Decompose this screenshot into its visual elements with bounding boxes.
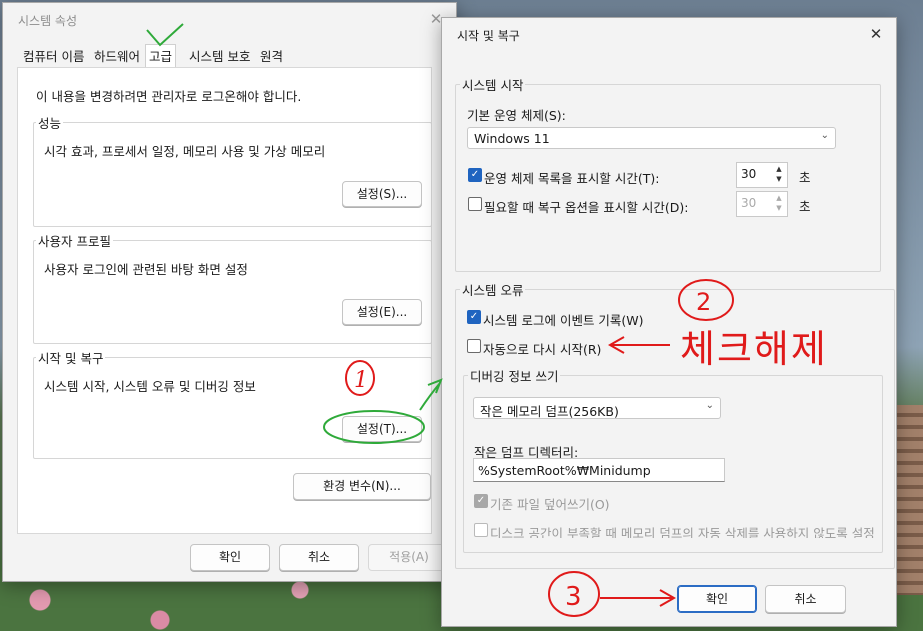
show-os-list-stepper[interactable]: 30 ▲ ▼ — [736, 162, 788, 188]
user-profiles-settings-button[interactable]: 설정(E)... — [342, 299, 422, 325]
show-os-list-label: 운영 체제 목록을 표시할 시간(T): — [484, 171, 660, 186]
system-properties-window: 시스템 속성 ✕ 컴퓨터 이름 하드웨어 고급 시스템 보호 원격 이 내용을 … — [2, 2, 457, 582]
startup-recovery-group: 시작 및 복구 시스템 시작, 시스템 오류 및 디버깅 정보 설정(T)... — [33, 348, 432, 459]
auto-restart-checkbox[interactable] — [467, 339, 481, 353]
cancel-button[interactable]: 취소 — [279, 544, 359, 571]
advanced-tab-panel: 이 내용을 변경하려면 관리자로 로그온해야 합니다. 성능 시각 효과, 프로… — [17, 67, 432, 534]
show-recovery-checkbox[interactable] — [468, 197, 482, 211]
show-os-list-value: 30 — [741, 167, 757, 181]
performance-description: 시각 효과, 프로세서 일정, 메모리 사용 및 가상 메모리 — [44, 144, 326, 159]
system-failure-group: 시스템 오류 ✓ 시스템 로그에 이벤트 기록(W) 자동으로 다시 시작(R)… — [455, 280, 895, 569]
stepper-arrows-icon[interactable]: ▲ ▼ — [772, 164, 786, 186]
system-startup-label: 시스템 시작 — [460, 75, 526, 94]
performance-settings-button[interactable]: 설정(S)... — [342, 181, 422, 207]
debug-type-select[interactable]: 작은 메모리 덤프(256KB) ⌄ — [473, 397, 721, 419]
overwrite-label: 기존 파일 덮어쓰기(O) — [490, 497, 610, 512]
ok-button[interactable]: 확인 — [677, 585, 757, 613]
dump-dir-input[interactable]: %SystemRoot%₩Minidump — [473, 458, 725, 482]
write-event-label: 시스템 로그에 이벤트 기록(W) — [483, 313, 644, 328]
disable-auto-delete-checkbox[interactable] — [474, 523, 488, 537]
show-os-list-checkbox[interactable]: ✓ — [468, 168, 482, 182]
close-icon[interactable]: ✕ — [866, 24, 886, 44]
debug-info-group: 디버깅 정보 쓰기 작은 메모리 덤프(256KB) ⌄ 작은 덤프 디렉터리:… — [463, 366, 883, 553]
debug-type-value: 작은 메모리 덤프(256KB) — [480, 404, 619, 419]
system-failure-label: 시스템 오류 — [460, 280, 526, 299]
performance-group: 성능 시각 효과, 프로세서 일정, 메모리 사용 및 가상 메모리 설정(S)… — [33, 113, 432, 227]
tab-hardware[interactable]: 하드웨어 — [91, 47, 143, 67]
performance-label: 성능 — [36, 113, 64, 132]
stepper-arrows-icon[interactable]: ▲ ▼ — [772, 193, 786, 215]
disable-auto-delete-clip: 디스크 공간이 부족할 때 메모리 덤프의 자동 삭제를 사용하지 않도록 설정 — [490, 520, 878, 538]
dialog-title: 시작 및 복구 — [457, 29, 520, 43]
user-profiles-group: 사용자 프로필 사용자 로그인에 관련된 바탕 화면 설정 설정(E)... — [33, 231, 432, 344]
seconds-unit-label: 초 — [799, 170, 811, 185]
chevron-down-icon: ⌄ — [705, 400, 714, 411]
cancel-button[interactable]: 취소 — [765, 585, 846, 613]
default-os-label: 기본 운영 체제(S): — [467, 108, 566, 123]
window-title: 시스템 속성 — [18, 14, 78, 28]
startup-recovery-settings-button[interactable]: 설정(T)... — [342, 416, 422, 442]
startup-recovery-dialog: 시작 및 복구 ✕ 시스템 시작 기본 운영 체제(S): Windows 11… — [441, 17, 897, 627]
ok-button[interactable]: 확인 — [190, 544, 270, 571]
tab-remote[interactable]: 원격 — [257, 47, 286, 67]
admin-notice: 이 내용을 변경하려면 관리자로 로그온해야 합니다. — [36, 89, 302, 104]
write-event-checkbox[interactable]: ✓ — [467, 310, 481, 324]
overwrite-checkbox[interactable]: ✓ — [474, 494, 488, 508]
user-profiles-label: 사용자 프로필 — [36, 231, 113, 250]
seconds-unit-label: 초 — [799, 199, 811, 214]
title-bar: 시스템 속성 ✕ — [3, 3, 456, 35]
apply-button[interactable]: 적용(A) — [368, 544, 450, 571]
startup-recovery-description: 시스템 시작, 시스템 오류 및 디버깅 정보 — [44, 379, 256, 394]
disable-auto-delete-label: 디스크 공간이 부족할 때 메모리 덤프의 자동 삭제를 사용하지 않도록 설정 — [490, 526, 875, 538]
startup-recovery-label: 시작 및 복구 — [36, 348, 106, 367]
user-profiles-description: 사용자 로그인에 관련된 바탕 화면 설정 — [44, 262, 248, 277]
system-startup-group: 시스템 시작 기본 운영 체제(S): Windows 11 ⌄ ✓ 운영 체제… — [455, 75, 881, 272]
background-building — [893, 405, 923, 595]
dump-dir-value: %SystemRoot%₩Minidump — [478, 463, 651, 478]
tab-advanced[interactable]: 고급 — [145, 44, 177, 69]
chevron-down-icon: ⌄ — [820, 130, 829, 141]
show-recovery-value: 30 — [741, 196, 757, 210]
dialog-title-bar: 시작 및 복구 ✕ — [442, 18, 896, 50]
debug-info-label: 디버깅 정보 쓰기 — [468, 366, 561, 385]
environment-variables-button[interactable]: 환경 변수(N)... — [293, 473, 431, 500]
show-recovery-label: 필요할 때 복구 옵션을 표시할 시간(D): — [484, 200, 689, 215]
show-recovery-stepper[interactable]: 30 ▲ ▼ — [736, 191, 788, 217]
auto-restart-label: 자동으로 다시 시작(R) — [483, 342, 602, 357]
tab-computer-name[interactable]: 컴퓨터 이름 — [20, 47, 87, 67]
default-os-value: Windows 11 — [474, 131, 550, 146]
tab-system-protection[interactable]: 시스템 보호 — [186, 47, 253, 67]
default-os-select[interactable]: Windows 11 ⌄ — [467, 127, 836, 149]
